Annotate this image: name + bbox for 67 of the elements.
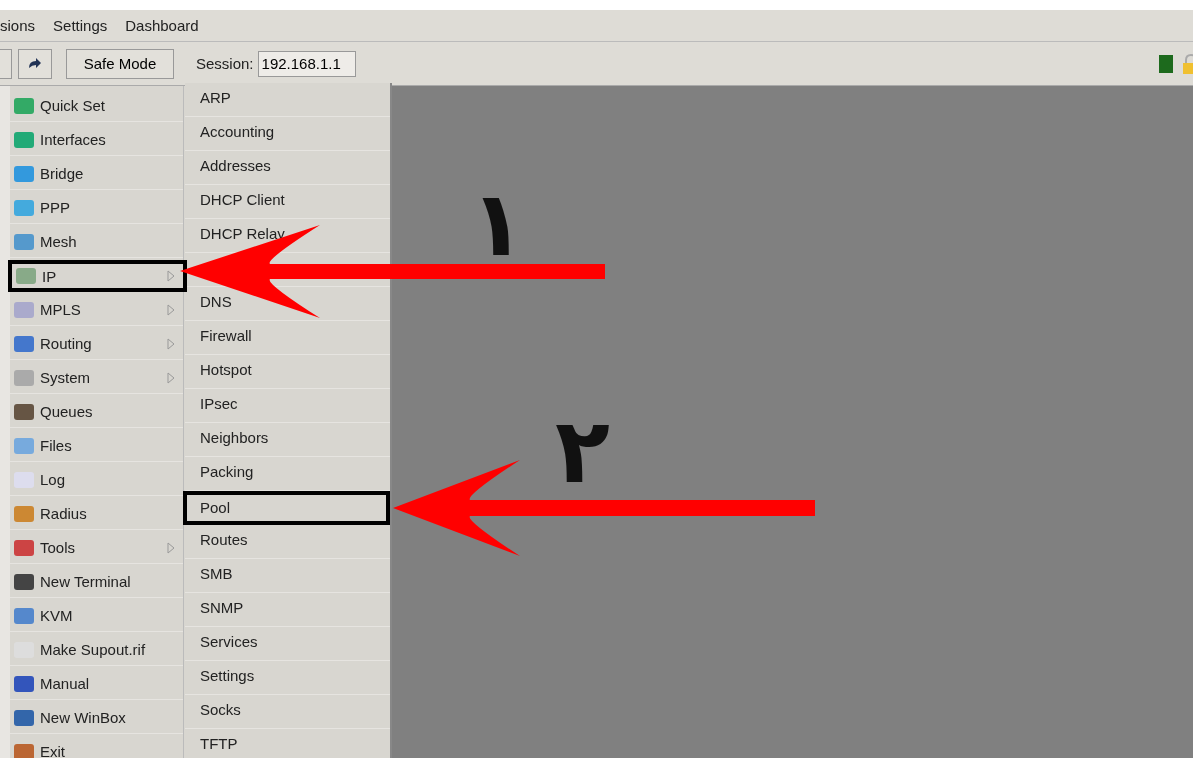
sidebar-item[interactable]: Interfaces <box>10 124 183 156</box>
dropdown-item[interactable]: ARP <box>185 83 390 117</box>
sidebar-item[interactable]: Queues <box>10 396 183 428</box>
menu-item-icon <box>14 743 34 758</box>
menu-item-icon <box>16 268 36 284</box>
sidebar-item[interactable]: Exit <box>10 736 183 758</box>
redo-button[interactable] <box>18 48 52 79</box>
sidebar-item[interactable]: MPLS <box>10 294 183 326</box>
status-square-icon <box>1159 54 1173 73</box>
sidebar-item[interactable]: Quick Set <box>10 90 183 122</box>
sidebar-item[interactable]: Radius <box>10 498 183 530</box>
sidebar-item[interactable]: Routing <box>10 328 183 360</box>
dropdown-item[interactable]: Services <box>185 627 390 661</box>
menu-bar-item[interactable]: Settings <box>53 17 108 34</box>
dropdown-item[interactable]: Addresses <box>185 151 390 185</box>
dropdown-item[interactable]: TFTP <box>185 729 390 758</box>
menu-item-icon <box>14 573 34 590</box>
menu-item-icon <box>14 437 34 454</box>
dropdown-item[interactable]: SMB <box>185 559 390 593</box>
menu-item-icon <box>14 505 34 522</box>
menu-item-icon <box>14 403 34 420</box>
sidebar-item[interactable]: KVM <box>10 600 183 632</box>
redo-arrow-icon <box>27 57 43 70</box>
safe-mode-button[interactable]: Safe Mode <box>66 48 174 79</box>
sidebar-item[interactable]: System <box>10 362 183 394</box>
dropdown-item[interactable]: Socks <box>185 695 390 729</box>
dropdown-item[interactable]: Neighbors <box>185 423 390 457</box>
menu-item-icon <box>14 539 34 556</box>
dropdown-item[interactable]: DHCP Client <box>185 185 390 219</box>
sidebar-item[interactable]: Tools <box>10 532 183 564</box>
sidebar-item[interactable]: IP <box>8 260 187 292</box>
menu-item-icon <box>14 199 34 216</box>
sidebar-item[interactable]: Files <box>10 430 183 462</box>
menu-item-icon <box>14 471 34 488</box>
dropdown-item[interactable]: Hotspot <box>185 355 390 389</box>
sidebar-item[interactable]: New WinBox <box>10 702 183 734</box>
menu-bar-item[interactable]: Dashboard <box>125 17 199 34</box>
dropdown-item[interactable]: SNMP <box>185 593 390 627</box>
sidebar-item[interactable]: Make Supout.rif <box>10 634 183 666</box>
session-field[interactable]: 192.168.1.1 <box>257 50 356 77</box>
sidebar-item[interactable]: Manual <box>10 668 183 700</box>
menu-item-icon <box>14 369 34 386</box>
sidebar-item[interactable]: PPP <box>10 192 183 224</box>
session-label: Session: <box>196 55 254 72</box>
menu-item-icon <box>14 97 34 114</box>
menu-item-icon <box>14 607 34 624</box>
menu-item-icon <box>14 709 34 726</box>
menu-item-icon <box>14 131 34 148</box>
step-number: ۱ <box>470 171 525 276</box>
sidebar-item[interactable]: New Terminal <box>10 566 183 598</box>
step-number: ۲ <box>555 398 610 503</box>
sidebar-item[interactable]: Mesh <box>10 226 183 258</box>
dropdown-item[interactable]: IPsec <box>185 389 390 423</box>
dropdown-item[interactable]: Pool <box>183 491 390 525</box>
dropdown-item[interactable]: Accounting <box>185 117 390 151</box>
sidebar-item[interactable]: Bridge <box>10 158 183 190</box>
dropdown-item[interactable]: Firewall <box>185 321 390 355</box>
menu-item-icon <box>14 301 34 318</box>
dropdown-item[interactable]: Settings <box>185 661 390 695</box>
menu-item-icon <box>14 675 34 692</box>
sidebar-item[interactable]: Log <box>10 464 183 496</box>
menu-item-icon <box>14 233 34 250</box>
dropdown-item[interactable]: Packing <box>185 457 390 491</box>
dropdown-item[interactable]: Routes <box>185 525 390 559</box>
menu-bar-item[interactable]: sions <box>0 17 36 34</box>
menu-item-icon <box>14 165 34 182</box>
menu-item-icon <box>14 335 34 352</box>
